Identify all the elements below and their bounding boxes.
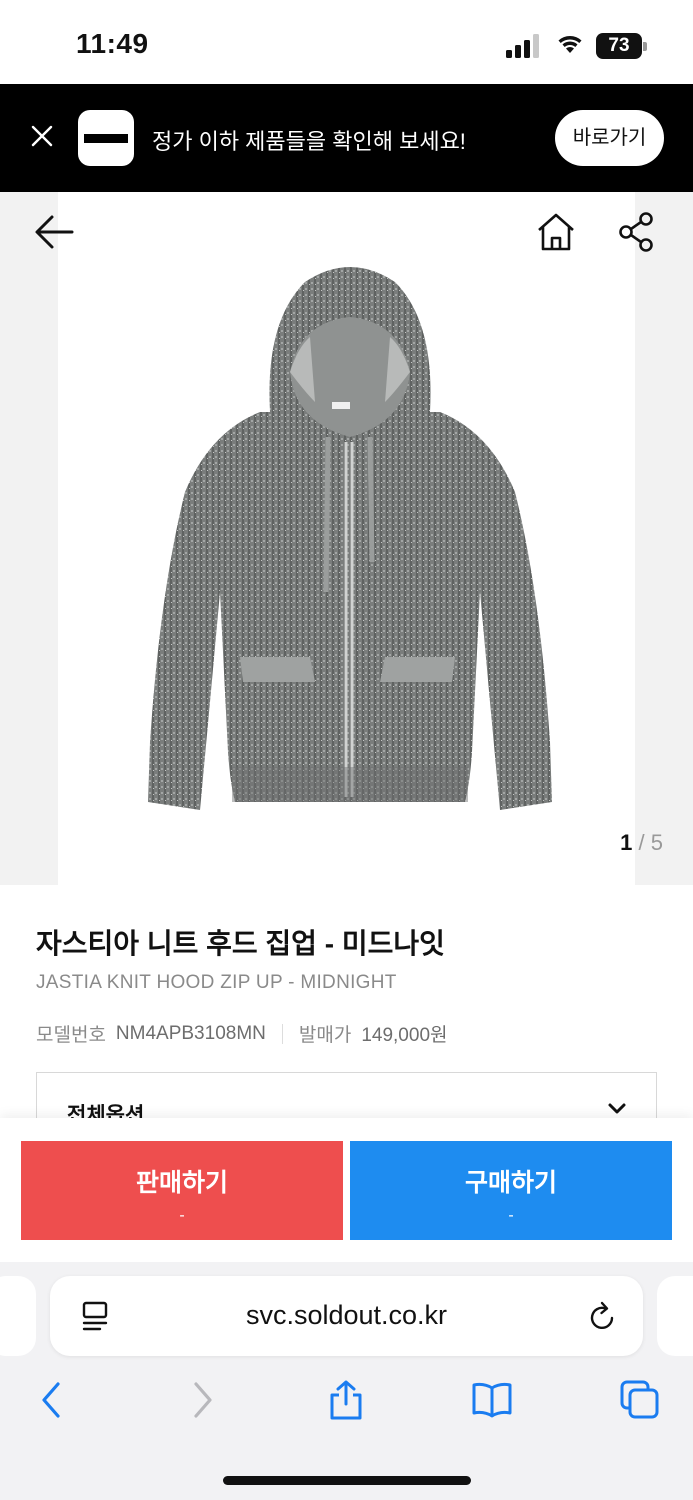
battery-icon: 73 xyxy=(596,33,648,59)
sell-button[interactable]: 판매하기 - xyxy=(21,1141,343,1240)
sell-button-price: - xyxy=(179,1207,185,1224)
action-bar: 판매하기 - 구매하기 - xyxy=(0,1118,693,1262)
meta-divider xyxy=(281,1023,283,1044)
release-price-label: 발매가 xyxy=(298,1025,352,1046)
home-icon[interactable] xyxy=(534,210,578,254)
release-price-value: 149,000원 xyxy=(361,1025,448,1046)
image-pager: 1 / 5 xyxy=(620,830,663,856)
close-icon[interactable] xyxy=(28,122,56,150)
model-number-label: 모델번호 xyxy=(36,1025,106,1046)
address-bar[interactable]: svc.soldout.co.kr xyxy=(50,1276,643,1356)
promo-message: 정가 이하 제품들을 확인해 보세요! xyxy=(152,129,466,154)
product-meta: 모델번호 NM4APB3108MN 발매가 149,000원 xyxy=(36,1020,448,1047)
product-title-english: JASTIA KNIT HOOD ZIP UP - MIDNIGHT xyxy=(36,972,397,993)
buy-button-price: - xyxy=(508,1207,514,1224)
cellular-signal-icon xyxy=(506,34,539,58)
buy-button[interactable]: 구매하기 - xyxy=(350,1141,672,1240)
forward-icon[interactable] xyxy=(182,1380,222,1420)
status-time: 11:49 xyxy=(76,28,149,59)
promo-go-button[interactable]: 바로가기 xyxy=(555,110,664,166)
battery-level: 73 xyxy=(596,33,642,59)
product-title: 자스티아 니트 후드 집업 - 미드나잇 xyxy=(36,928,445,959)
previous-tab-preview[interactable] xyxy=(0,1276,36,1356)
product-image xyxy=(148,267,552,810)
brand-logo xyxy=(78,110,134,166)
sell-button-label: 판매하기 xyxy=(135,1169,228,1197)
bookmarks-icon[interactable] xyxy=(472,1380,512,1420)
model-number-value: NM4APB3108MN xyxy=(115,1022,266,1044)
share-sheet-icon[interactable] xyxy=(326,1380,366,1420)
pager-current: 1 xyxy=(620,830,633,855)
chevron-down-icon xyxy=(608,1103,626,1114)
share-icon[interactable] xyxy=(616,210,656,254)
pager-total: 5 xyxy=(650,830,663,855)
next-tab-preview[interactable] xyxy=(657,1276,693,1356)
url-text: svc.soldout.co.kr xyxy=(245,1300,448,1330)
back-icon[interactable] xyxy=(32,1380,72,1420)
wifi-icon xyxy=(558,36,582,53)
home-indicator xyxy=(223,1476,471,1485)
pager-separator: / xyxy=(638,830,645,855)
buy-button-label: 구매하기 xyxy=(464,1169,557,1197)
promo-banner: 정가 이하 제품들을 확인해 보세요! 바로가기 xyxy=(0,84,693,192)
reload-icon[interactable] xyxy=(588,1300,618,1334)
tabs-icon[interactable] xyxy=(620,1380,660,1420)
back-arrow-icon[interactable] xyxy=(32,212,76,252)
browser-toolbar: svc.soldout.co.kr xyxy=(0,1262,693,1500)
status-bar: 11:49 73 xyxy=(0,0,693,84)
